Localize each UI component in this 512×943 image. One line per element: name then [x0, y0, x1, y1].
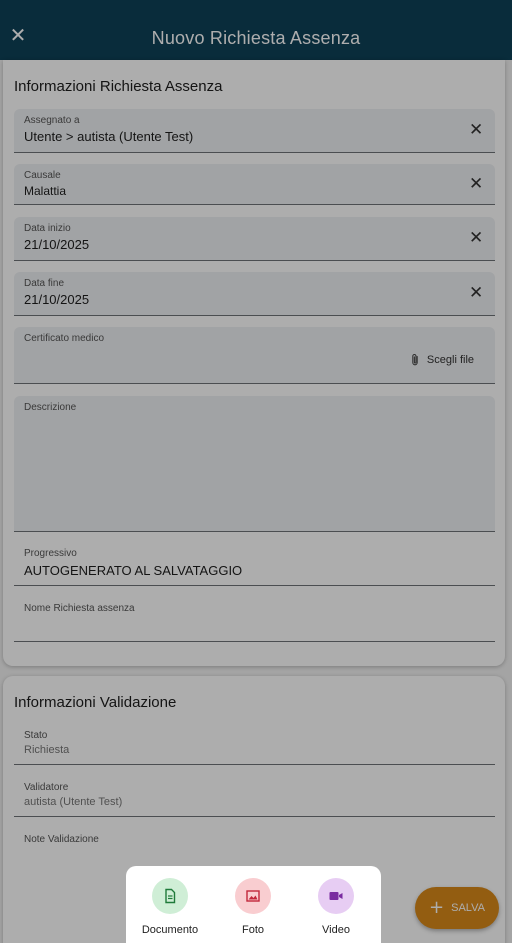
- attachment-sheet: Documento Foto Video: [126, 866, 381, 943]
- option-document[interactable]: Documento: [130, 878, 210, 936]
- image-icon: [235, 878, 271, 914]
- option-video-label: Video: [322, 924, 350, 936]
- document-icon: [152, 878, 188, 914]
- option-photo-label: Foto: [241, 924, 264, 936]
- modal-overlay[interactable]: [0, 0, 512, 943]
- option-document-label: Documento: [141, 924, 199, 936]
- option-video[interactable]: Video: [296, 878, 376, 936]
- video-icon: [318, 878, 354, 914]
- option-photo[interactable]: Foto: [213, 878, 293, 936]
